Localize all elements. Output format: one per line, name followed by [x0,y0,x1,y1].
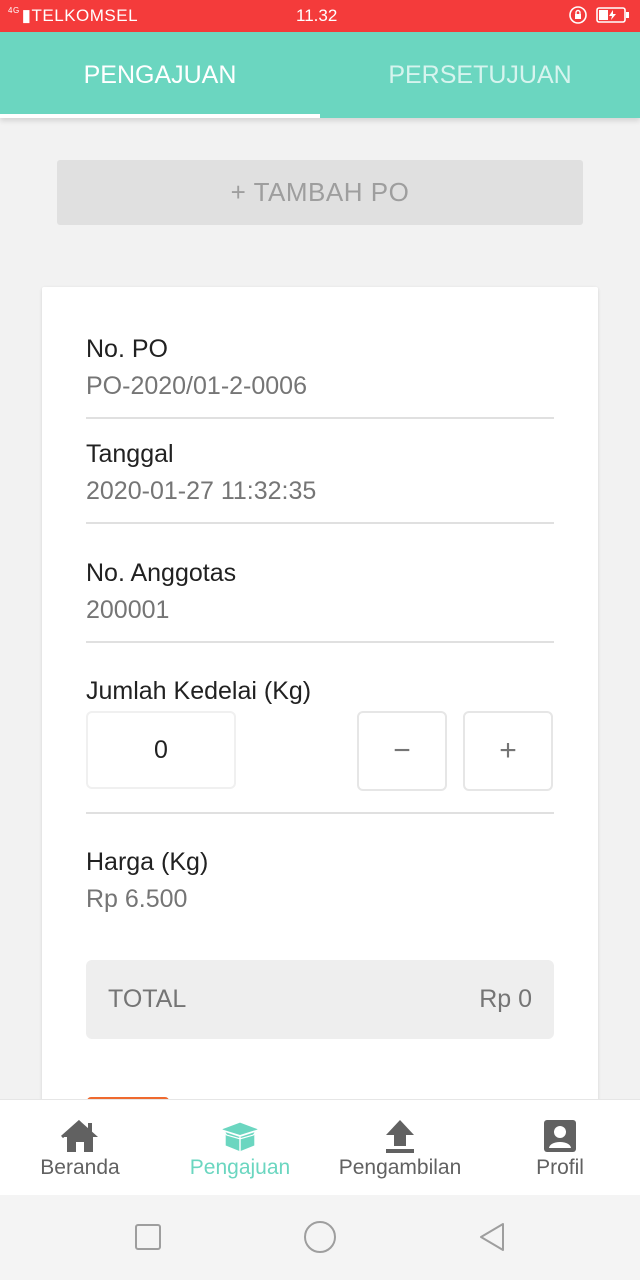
lock-rotation-icon [568,5,588,30]
decrement-button[interactable]: − [357,711,447,791]
square-icon [135,1224,161,1250]
signal-icon: ▮ [21,6,32,25]
tab-persetujuan-label: PERSETUJUAN [388,60,572,89]
total-box: TOTAL Rp 0 [86,960,554,1039]
total-value: Rp 0 [479,985,532,1013]
po-number-label: No. PO [86,335,168,363]
price-value: Rp 6.500 [86,885,188,913]
home-icon [60,1118,100,1154]
date-label: Tanggal [86,440,174,468]
status-bar: 4G ▮TELKOMSEL 11.32 [0,0,640,32]
nav-profil[interactable]: Profil [480,1100,640,1196]
triangle-back-icon [480,1223,504,1251]
clock: 11.32 [296,6,338,25]
nav-pengambilan[interactable]: Pengambilan [320,1100,480,1196]
quantity-input[interactable]: 0 [86,711,236,789]
recent-apps-button[interactable] [126,1215,170,1259]
network-type: 4G [8,6,20,15]
nav-beranda[interactable]: Beranda [0,1100,160,1196]
profile-icon [540,1118,580,1154]
upload-icon [380,1118,420,1154]
price-label: Harga (Kg) [86,848,209,876]
home-button[interactable] [298,1215,342,1259]
member-number-label: No. Anggotas [86,559,237,587]
circle-icon [304,1221,336,1253]
divider [86,522,554,524]
tab-indicator [0,114,320,118]
nav-pengambilan-label: Pengambilan [338,1156,462,1179]
nav-pengajuan[interactable]: Pengajuan [160,1100,320,1196]
total-label: TOTAL [108,985,187,1013]
tab-pengajuan-label: PENGAJUAN [83,60,237,89]
top-tab-bar: PENGAJUAN PERSETUJUAN [0,32,640,118]
nav-pengajuan-label: Pengajuan [189,1156,291,1179]
battery-icon [596,6,630,29]
nav-profil-label: Profil [536,1156,584,1179]
system-navigation-bar [0,1195,640,1280]
po-form-card: No. PO PO-2020/01-2-0006 Tanggal 2020-01… [42,287,598,1117]
po-number-value: PO-2020/01-2-0006 [86,372,307,400]
divider [86,641,554,643]
box-icon [220,1118,260,1154]
member-number-value: 200001 [86,596,170,624]
date-value: 2020-01-27 11:32:35 [86,477,317,505]
divider [86,417,554,419]
carrier-name: TELKOMSEL [31,6,139,25]
tab-persetujuan[interactable]: PERSETUJUAN [320,32,640,118]
tab-pengajuan[interactable]: PENGAJUAN [0,32,320,118]
add-po-button[interactable]: + TAMBAH PO [57,160,583,225]
carrier-info: 4G ▮TELKOMSEL [8,6,138,26]
divider [86,812,554,814]
back-button[interactable] [470,1215,514,1259]
quantity-label: Jumlah Kedelai (Kg) [86,677,312,705]
nav-beranda-label: Beranda [40,1156,120,1179]
increment-button[interactable]: + [463,711,553,791]
bottom-navigation: Beranda Pengajuan Pengambilan Profil [0,1099,640,1196]
